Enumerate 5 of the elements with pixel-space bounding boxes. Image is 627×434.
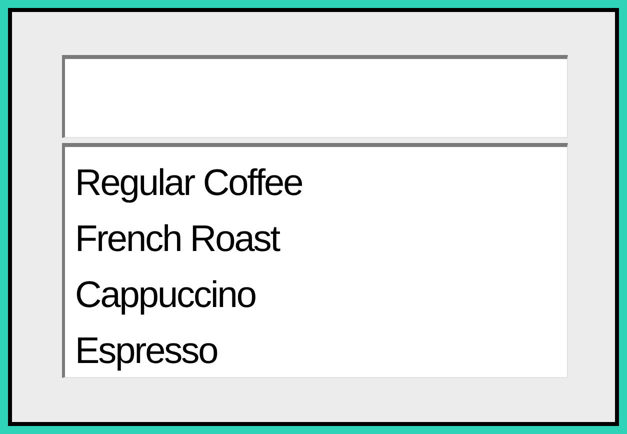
list-item[interactable]: Espresso bbox=[75, 323, 218, 379]
list-item[interactable]: Cappuccino bbox=[75, 267, 256, 323]
list-item[interactable]: Regular Coffee bbox=[75, 155, 302, 211]
list-item[interactable]: French Roast bbox=[75, 211, 280, 267]
input-field[interactable] bbox=[62, 55, 568, 138]
